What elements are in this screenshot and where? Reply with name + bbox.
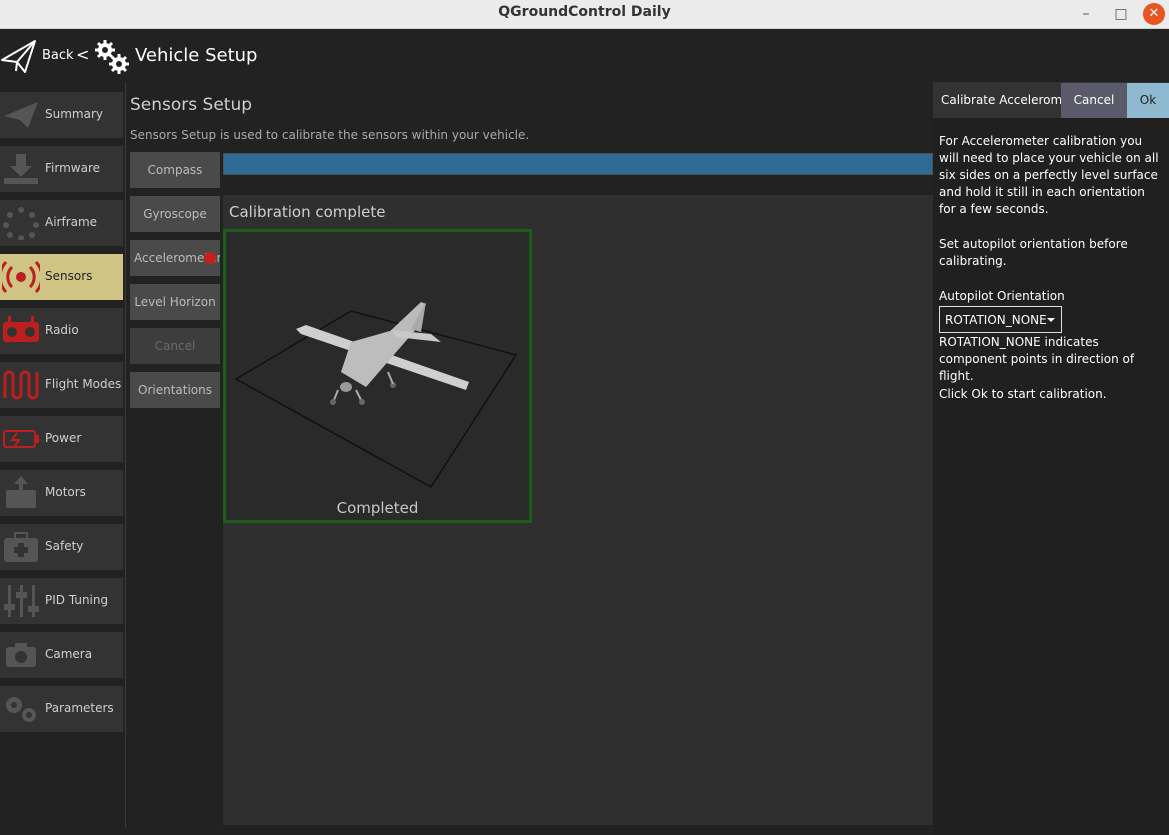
- sidebar-divider: [125, 82, 126, 827]
- autopilot-orientation-value: ROTATION_NONE: [945, 313, 1047, 327]
- window-titlebar: QGroundControl Daily – □ ✕: [0, 0, 1169, 29]
- sidebar-item-label: Firmware: [45, 161, 100, 175]
- maximize-icon[interactable]: □: [1110, 3, 1132, 25]
- breadcrumb-separator: <: [76, 45, 90, 64]
- calibration-progress-fill: [224, 154, 932, 174]
- sidebar-item-label: Camera: [45, 647, 93, 661]
- dialog-start-instruction: Click Ok to start calibration.: [939, 387, 1107, 401]
- autopilot-orientation-label: Autopilot Orientation: [939, 289, 1065, 303]
- back-button[interactable]: Back: [42, 48, 74, 63]
- sliders-icon: [4, 585, 39, 617]
- flight-modes-icon: [3, 370, 39, 400]
- sidebar-item-airframe[interactable]: Airframe: [0, 200, 123, 246]
- orientation-help-text: ROTATION_NONE indicates component points…: [939, 335, 1135, 383]
- autopilot-orientation-select[interactable]: ROTATION_NONE: [939, 306, 1062, 333]
- level-horizon-button[interactable]: Level Horizon: [130, 284, 220, 320]
- chevron-down-icon: [1047, 318, 1055, 322]
- sidebar-item-motors[interactable]: Motors: [0, 470, 123, 516]
- close-icon[interactable]: ✕: [1143, 3, 1165, 25]
- dialog-orientation-note: Set autopilot orientation before calibra…: [939, 237, 1128, 268]
- sidebar-item-label: PID Tuning: [45, 593, 109, 607]
- battery-icon: [3, 430, 39, 448]
- motors-icon: [6, 476, 36, 508]
- sensors-setup-title: Sensors Setup: [130, 95, 253, 115]
- airplane-orientation-image: [234, 302, 518, 488]
- calibration-status-title: Calibration complete: [229, 203, 386, 221]
- page-title: Vehicle Setup: [135, 45, 258, 66]
- paper-plane-icon[interactable]: [0, 38, 37, 75]
- download-icon: [4, 154, 38, 184]
- airframe-icon: [3, 207, 39, 240]
- compass-button[interactable]: Compass: [130, 152, 220, 188]
- sidebar-item-parameters[interactable]: Parameters: [0, 686, 123, 732]
- sidebar-item-label: Sensors: [45, 269, 93, 283]
- camera-icon: [6, 643, 36, 667]
- sidebar-item-sensors[interactable]: Sensors: [0, 254, 123, 300]
- dialog-cancel-button[interactable]: Cancel: [1061, 83, 1127, 118]
- sidebar-item-flight-modes[interactable]: Flight Modes: [0, 362, 123, 408]
- safety-icon: [4, 532, 38, 562]
- dialog-ok-button[interactable]: Ok: [1127, 83, 1169, 118]
- gears-icon: [95, 40, 129, 74]
- sidebar-item-label: Radio: [45, 323, 79, 337]
- cancel-calibration-button[interactable]: Cancel: [130, 328, 220, 364]
- sidebar-item-summary[interactable]: Summary: [0, 92, 123, 138]
- radio-icon: [3, 316, 39, 342]
- sidebar-item-label: Airframe: [45, 215, 98, 229]
- dialog-title: Calibrate Accelerometer: [941, 93, 1063, 107]
- sidebar-item-pid-tuning[interactable]: PID Tuning: [0, 578, 123, 624]
- minimize-icon[interactable]: –: [1075, 3, 1097, 25]
- sidebar-item-label: Summary: [45, 107, 103, 121]
- sidebar-item-label: Power: [45, 431, 82, 445]
- orientation-image-panel: [223, 229, 532, 523]
- calibration-progress-bar: [223, 153, 933, 175]
- sidebar-item-label: Motors: [45, 485, 86, 499]
- sensors-icon: [2, 260, 40, 294]
- plane-icon: [4, 102, 38, 128]
- sidebar-item-camera[interactable]: Camera: [0, 632, 123, 678]
- sidebar-item-safety[interactable]: Safety: [0, 524, 123, 570]
- calibration-needed-indicator: [204, 252, 216, 264]
- window-title: QGroundControl Daily: [498, 4, 671, 20]
- sidebar-item-radio[interactable]: Radio: [0, 308, 123, 354]
- sidebar-item-label: Flight Modes: [45, 377, 122, 391]
- orientations-button[interactable]: Orientations: [130, 372, 220, 408]
- sidebar-item-label: Parameters: [45, 701, 114, 715]
- sidebar-item-power[interactable]: Power: [0, 416, 123, 462]
- orientation-status-label: Completed: [336, 499, 419, 517]
- sensors-setup-description: Sensors Setup is used to calibrate the s…: [130, 128, 530, 142]
- sidebar-item-label: Safety: [45, 539, 84, 553]
- toolbar: Back < Vehicle Setup: [0, 29, 1169, 82]
- gyroscope-button[interactable]: Gyroscope: [130, 196, 220, 232]
- parameters-gears-icon: [6, 697, 36, 722]
- sidebar-item-firmware[interactable]: Firmware: [0, 146, 123, 192]
- dialog-instructions: For Accelerometer calibration you will n…: [939, 134, 1159, 216]
